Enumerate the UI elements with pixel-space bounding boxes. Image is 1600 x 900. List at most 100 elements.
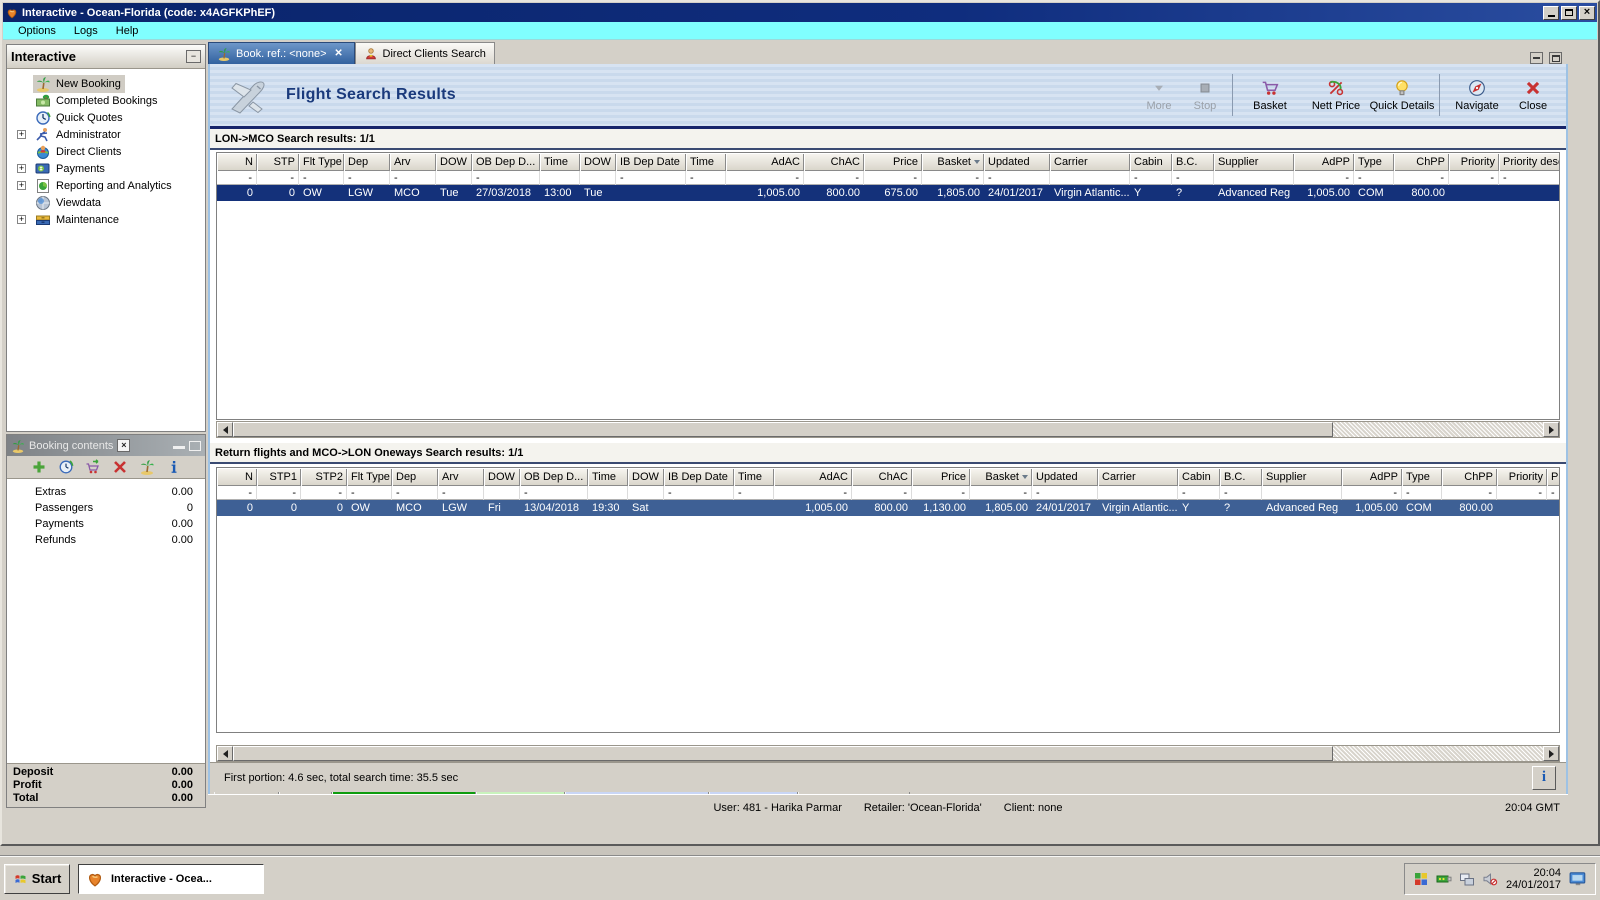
column-header-dow[interactable]: DOW [484, 468, 520, 486]
scrollbar-thumb[interactable] [233, 422, 1334, 437]
column-header-flt-type[interactable]: Flt Type [347, 468, 392, 486]
navigate-button[interactable]: Navigate [1444, 72, 1510, 118]
column-header-n[interactable]: N [217, 153, 257, 171]
network-tray-icon[interactable] [1459, 871, 1475, 887]
tab-direct-clients-search[interactable]: Direct Clients Search [354, 42, 495, 64]
column-header-ob-dep-d-[interactable]: OB Dep D... [520, 468, 588, 486]
maximize-pane-button[interactable] [1549, 52, 1562, 64]
filter-cell[interactable]: - [217, 486, 257, 500]
sidebar-item-new-booking[interactable]: New Booking [7, 74, 205, 93]
column-header-cabin[interactable]: Cabin [1178, 468, 1220, 486]
start-button[interactable]: Start [4, 863, 70, 894]
sidebar-item-administrator[interactable]: + Administrator [7, 126, 205, 143]
filter-cell[interactable]: - [726, 171, 804, 185]
result-row[interactable]: 0 0 OW LGW MCO Tue 27/03/2018 13:00 Tue 1,005.00 8… [217, 185, 1559, 201]
volume-muted-tray-icon[interactable] [1482, 871, 1498, 887]
filter-cell[interactable]: - [299, 171, 344, 185]
filter-cell[interactable] [1098, 486, 1178, 500]
result-row[interactable]: 0 0 0 OW MCO LGW Fri 13/04/2018 19:30 Sat 1,005.00… [217, 500, 1559, 516]
toolbar-button-info[interactable] [166, 459, 182, 475]
show-desktop-icon[interactable] [1569, 870, 1587, 888]
sidebar-item-completed-bookings[interactable]: Completed Bookings [7, 92, 205, 109]
scroll-right-button[interactable] [1543, 746, 1559, 761]
filter-cell[interactable]: - [984, 171, 1050, 185]
expand-box[interactable]: + [17, 181, 33, 190]
close-button[interactable]: Close [1510, 72, 1556, 118]
toolbar-button-to-basket[interactable] [85, 459, 101, 475]
filter-cell[interactable]: - [1354, 171, 1394, 185]
column-header-adac[interactable]: AdAC [774, 468, 852, 486]
filter-cell[interactable]: - [686, 171, 726, 185]
filter-cell[interactable]: - [1442, 486, 1497, 500]
filter-cell[interactable] [1214, 171, 1294, 185]
plus-box-icon[interactable]: + [17, 130, 26, 139]
scroll-right-button[interactable] [1543, 422, 1559, 437]
column-header-stp1[interactable]: STP1 [257, 468, 301, 486]
sidebar-item-reporting-and-analytics[interactable]: + Reporting and Analytics [7, 177, 205, 194]
sidebar-item-payments[interactable]: + Payments [7, 160, 205, 177]
filter-cell[interactable]: - [520, 486, 588, 500]
filter-cell[interactable]: - [1130, 171, 1172, 185]
column-header-n[interactable]: N [217, 468, 257, 486]
column-header-supplier[interactable]: Supplier [1262, 468, 1342, 486]
filter-cell[interactable]: - [616, 171, 686, 185]
toolbar-button-delete[interactable] [112, 459, 128, 475]
filter-cell[interactable]: - [344, 171, 390, 185]
scrollbar-track[interactable] [1333, 746, 1543, 761]
expand-box[interactable]: + [17, 130, 33, 139]
filter-cell[interactable]: - [774, 486, 852, 500]
minimize-pane-button[interactable] [1530, 52, 1543, 64]
column-header-priority[interactable]: Priority [1449, 153, 1499, 171]
menu-item-options[interactable]: Options [9, 23, 65, 39]
column-header-arv[interactable]: Arv [438, 468, 484, 486]
filter-cell[interactable]: - [1497, 486, 1547, 500]
filter-cell[interactable]: - [1178, 486, 1220, 500]
column-header-dow[interactable]: DOW [580, 153, 616, 171]
filter-cell[interactable]: - [664, 486, 734, 500]
close-booking-panel-button[interactable]: × [117, 439, 131, 452]
column-header-b-c-[interactable]: B.C. [1220, 468, 1262, 486]
taskbar-item-interactive[interactable]: Interactive - Ocea... [78, 863, 264, 894]
filter-cell[interactable] [580, 171, 616, 185]
scroll-left-button[interactable] [217, 422, 233, 437]
expand-box[interactable]: + [17, 215, 33, 224]
filter-cell[interactable]: - [347, 486, 392, 500]
column-header-supplier[interactable]: Supplier [1214, 153, 1294, 171]
column-header-prior[interactable]: Prior [1547, 468, 1559, 486]
column-header-ib-dep-date[interactable]: IB Dep Date [616, 153, 686, 171]
plus-box-icon[interactable]: + [17, 215, 26, 224]
filter-cell[interactable]: - [922, 171, 984, 185]
column-header-time[interactable]: Time [686, 153, 726, 171]
filter-cell[interactable]: - [1342, 486, 1402, 500]
column-header-adpp[interactable]: AdPP [1342, 468, 1402, 486]
column-header-dep[interactable]: Dep [392, 468, 438, 486]
minimize-panel-button[interactable] [173, 441, 185, 449]
scrollbar-thumb[interactable] [233, 746, 1334, 761]
filter-cell[interactable]: - [970, 486, 1032, 500]
column-header-priority[interactable]: Priority [1497, 468, 1547, 486]
column-header-stp2[interactable]: STP2 [301, 468, 347, 486]
filter-cell[interactable]: - [438, 486, 484, 500]
column-header-chpp[interactable]: ChPP [1394, 153, 1449, 171]
column-header-dow[interactable]: DOW [628, 468, 664, 486]
filter-cell[interactable]: - [392, 486, 438, 500]
menu-item-logs[interactable]: Logs [65, 23, 107, 39]
filter-cell[interactable]: - [1547, 486, 1559, 500]
close-tab-icon[interactable]: ✕ [332, 47, 346, 60]
booking-contents-tab[interactable]: Booking contents × [7, 435, 205, 456]
filter-cell[interactable] [484, 486, 520, 500]
column-header-basket[interactable]: Basket [970, 468, 1032, 486]
restore-button[interactable] [1561, 5, 1577, 20]
filter-cell[interactable]: - [1220, 486, 1262, 500]
column-header-chac[interactable]: ChAC [804, 153, 864, 171]
nett-price-button[interactable]: Nett Price [1303, 72, 1369, 118]
antivirus-tray-icon[interactable] [1413, 871, 1429, 887]
filter-cell[interactable]: - [1032, 486, 1098, 500]
filter-cell[interactable]: - [864, 171, 922, 185]
column-header-time[interactable]: Time [734, 468, 774, 486]
column-header-updated[interactable]: Updated [1032, 468, 1098, 486]
filter-cell[interactable]: - [852, 486, 912, 500]
info-button[interactable]: i [1532, 765, 1556, 790]
minimize-button[interactable] [1543, 5, 1559, 20]
filter-cell[interactable] [628, 486, 664, 500]
